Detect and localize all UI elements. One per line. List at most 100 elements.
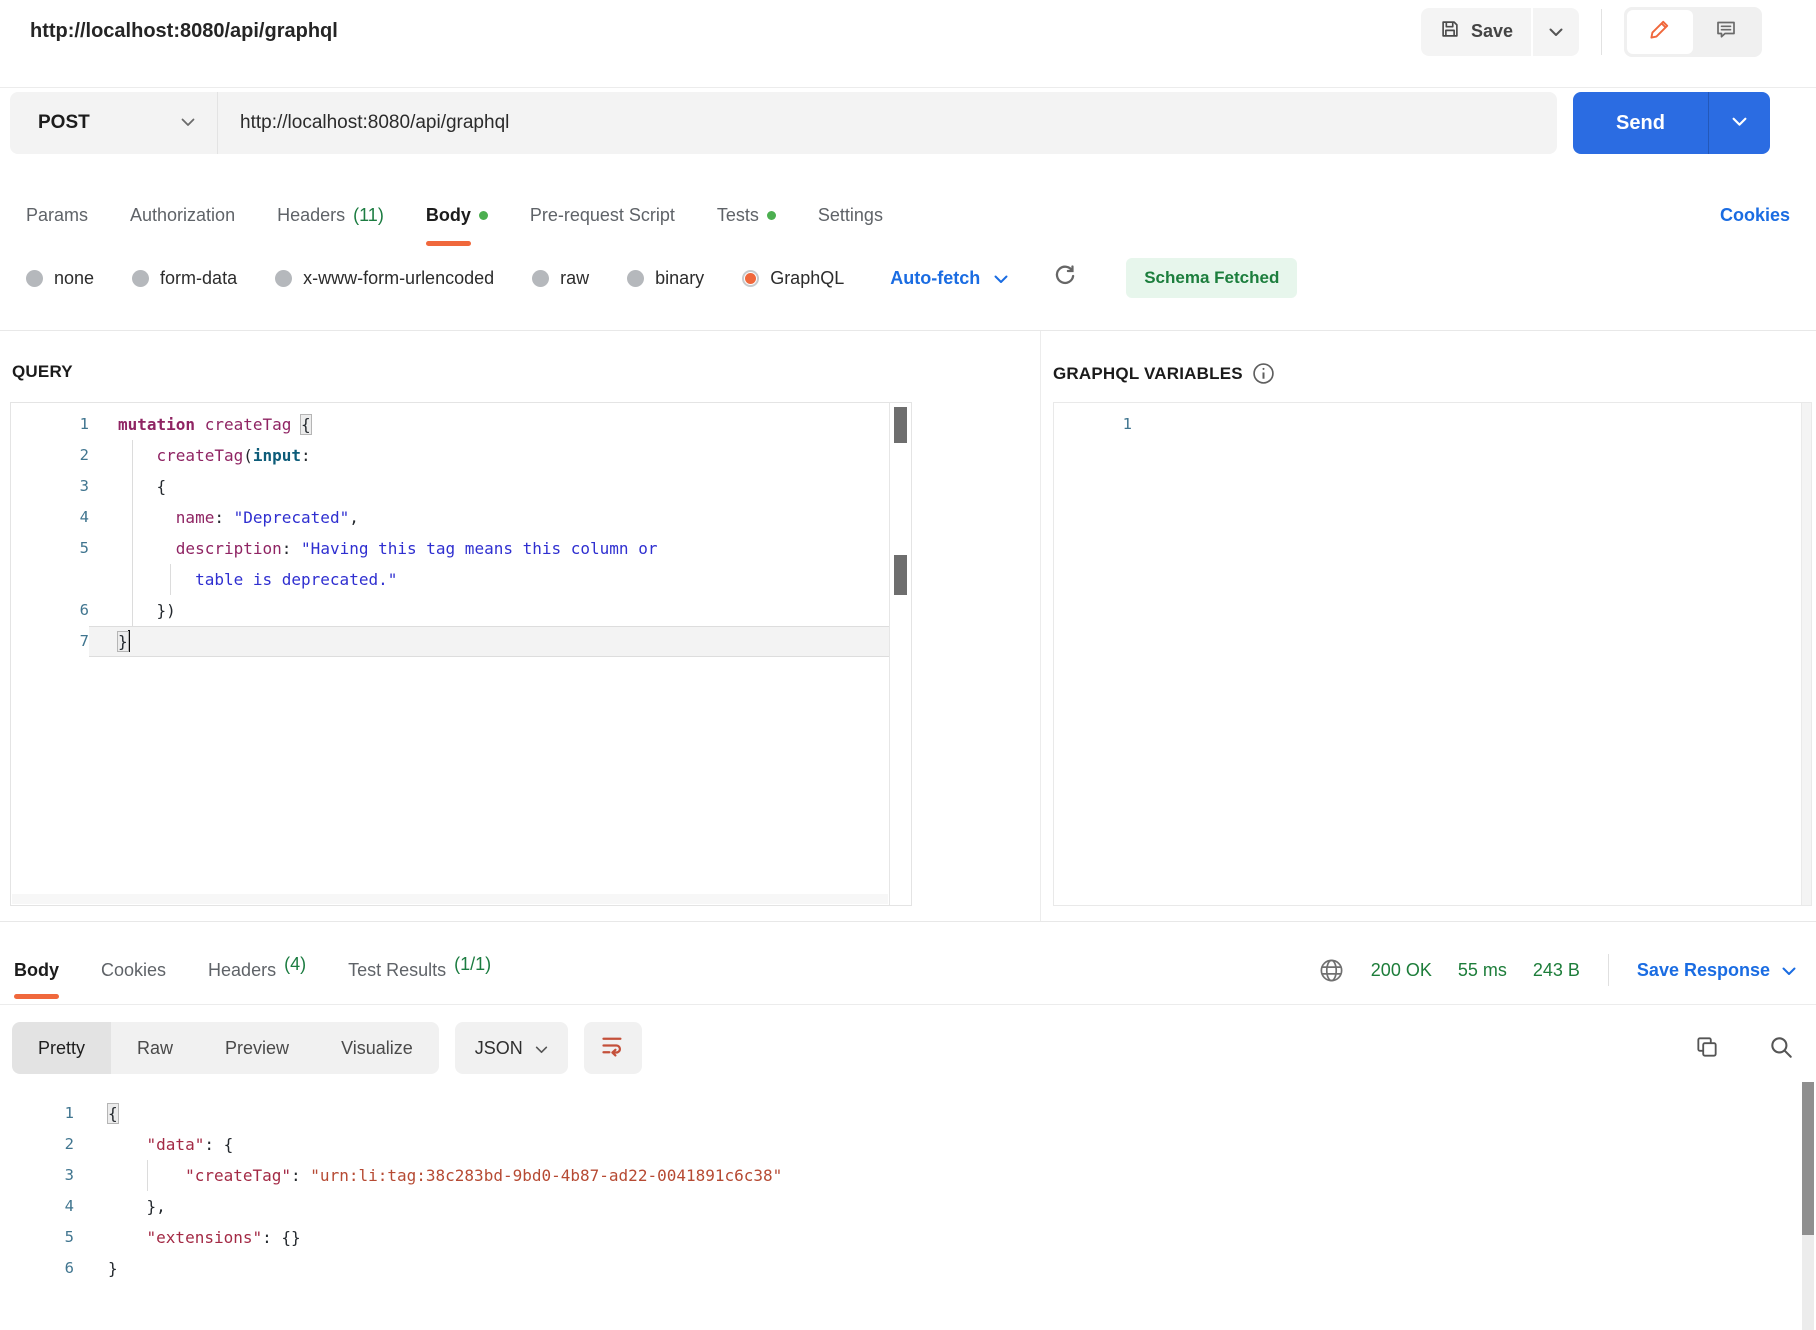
cookies-link[interactable]: Cookies	[1720, 205, 1790, 226]
tests-modified-dot	[767, 211, 776, 220]
chevron-down-icon	[1732, 114, 1747, 132]
send-options-button[interactable]	[1708, 92, 1770, 154]
variables-scrollbar[interactable]	[1801, 403, 1811, 905]
copy-icon[interactable]	[1694, 1034, 1720, 1060]
query-horizontal-scrollbar[interactable]	[12, 894, 888, 904]
url-input[interactable]: http://localhost:8080/api/graphql	[218, 92, 1557, 154]
tab-authorization[interactable]: Authorization	[130, 199, 235, 232]
code-row: 3 {	[11, 471, 889, 502]
method-value: POST	[38, 112, 181, 134]
code-row: 1mutation createTag {	[11, 409, 889, 440]
save-options-button[interactable]	[1533, 8, 1579, 56]
response-scrollbar[interactable]	[1802, 1082, 1814, 1330]
response-tab-headers[interactable]: Headers(4)	[208, 954, 306, 987]
indent-guide	[170, 564, 171, 595]
response-view-toolbar: Pretty Raw Preview Visualize JSON	[12, 1022, 642, 1074]
comments-button[interactable]	[1693, 10, 1759, 54]
code-row: 2 "data": {	[0, 1129, 1796, 1160]
section-divider	[0, 330, 1816, 331]
graphql-query-editor[interactable]: 1mutation createTag {2 createTag(input:3…	[10, 402, 912, 906]
response-meta-row: Body Cookies Headers(4) Test Results(1/1…	[0, 936, 1816, 1005]
radio-icon	[132, 270, 149, 287]
view-preview[interactable]: Preview	[199, 1022, 315, 1074]
autofetch-dropdown[interactable]: Auto-fetch	[890, 268, 1008, 289]
code-row: 7}	[11, 626, 889, 657]
response-tab-cookies[interactable]: Cookies	[101, 954, 166, 987]
header-divider	[1601, 9, 1602, 55]
code-row: 3 "createTag": "urn:li:tag:38c283bd-9bd0…	[0, 1160, 1796, 1191]
panel-divider	[1040, 331, 1041, 921]
scrollbar-thumb[interactable]	[1802, 1082, 1814, 1235]
code-row: 6}	[0, 1253, 1796, 1284]
meta-divider	[1608, 954, 1609, 986]
method-select[interactable]: POST	[10, 92, 218, 154]
tab-tests[interactable]: Tests	[717, 199, 776, 232]
graphql-variables-label: GRAPHQL VARIABLES	[1053, 362, 1275, 385]
response-tabs: Body Cookies Headers(4) Test Results(1/1…	[14, 954, 491, 987]
send-button-group: Send	[1573, 92, 1770, 154]
radio-selected-icon	[742, 270, 759, 287]
response-tools-right	[1694, 1034, 1794, 1060]
chevron-down-icon	[1549, 21, 1563, 42]
refresh-schema-button[interactable]	[1052, 263, 1078, 294]
edit-mode-button[interactable]	[1627, 10, 1693, 54]
response-code-lines: 1{2 "data": {3 "createTag": "urn:li:tag:…	[0, 1098, 1796, 1284]
save-button[interactable]: Save	[1421, 8, 1531, 56]
body-type-graphql[interactable]: GraphQL	[742, 268, 844, 289]
search-icon[interactable]	[1768, 1034, 1794, 1060]
graphql-variables-editor[interactable]: 1	[1053, 402, 1812, 906]
save-response-button[interactable]: Save Response	[1637, 960, 1796, 981]
response-time: 55 ms	[1458, 960, 1507, 981]
scrollbar-track	[1802, 1235, 1814, 1330]
body-type-binary[interactable]: binary	[627, 268, 704, 289]
scrollbar-thumb[interactable]	[894, 407, 907, 443]
indent-guide	[147, 1160, 148, 1191]
response-tab-test-results[interactable]: Test Results(1/1)	[348, 954, 491, 987]
format-select[interactable]: JSON	[455, 1022, 568, 1074]
request-tabs: Params Authorization Headers(11) Body Pr…	[26, 180, 1790, 250]
body-type-raw[interactable]: raw	[532, 268, 589, 289]
view-raw[interactable]: Raw	[111, 1022, 199, 1074]
save-icon	[1439, 18, 1461, 45]
query-scrollbar[interactable]	[889, 403, 911, 905]
body-type-urlencoded[interactable]: x-www-form-urlencoded	[275, 268, 494, 289]
radio-icon	[275, 270, 292, 287]
format-value: JSON	[475, 1038, 523, 1059]
chevron-down-icon	[181, 114, 195, 132]
tab-body[interactable]: Body	[426, 199, 488, 232]
wrap-lines-button[interactable]	[584, 1022, 642, 1074]
response-divider	[0, 921, 1816, 922]
tab-params[interactable]: Params	[26, 199, 88, 232]
code-row: 4 },	[0, 1191, 1796, 1222]
tab-settings[interactable]: Settings	[818, 199, 883, 232]
view-visualize[interactable]: Visualize	[315, 1022, 439, 1074]
response-body-viewer[interactable]: 1{2 "data": {3 "createTag": "urn:li:tag:…	[0, 1098, 1796, 1284]
body-type-none[interactable]: none	[26, 268, 94, 289]
chevron-down-icon	[535, 1038, 548, 1059]
radio-icon	[627, 270, 644, 287]
body-type-form-data[interactable]: form-data	[132, 268, 237, 289]
test-results-count: (1/1)	[454, 954, 491, 987]
chevron-down-icon	[994, 268, 1008, 289]
headers-count: (11)	[353, 205, 384, 226]
radio-icon	[532, 270, 549, 287]
comment-icon	[1714, 17, 1738, 46]
indent-guide	[132, 440, 133, 626]
scrollbar-annotation	[894, 555, 907, 595]
tab-headers[interactable]: Headers(11)	[277, 199, 384, 232]
tab-pre-request-script[interactable]: Pre-request Script	[530, 199, 675, 232]
response-tab-body[interactable]: Body	[14, 954, 59, 987]
code-row: 5 "extensions": {}	[0, 1222, 1796, 1253]
schema-status-badge: Schema Fetched	[1126, 258, 1297, 298]
refresh-icon	[1052, 263, 1078, 294]
send-button[interactable]: Send	[1573, 92, 1708, 154]
code-row: table is deprecated."	[11, 564, 889, 595]
variables-line: 1	[1054, 409, 1799, 440]
save-button-label: Save	[1471, 21, 1513, 42]
request-header-bar: http://localhost:8080/api/graphql Save	[0, 0, 1816, 88]
text-cursor	[128, 630, 130, 652]
view-pretty[interactable]: Pretty	[12, 1022, 111, 1074]
info-icon[interactable]	[1252, 362, 1275, 385]
network-globe-icon[interactable]	[1318, 957, 1345, 984]
response-headers-count: (4)	[284, 954, 306, 987]
